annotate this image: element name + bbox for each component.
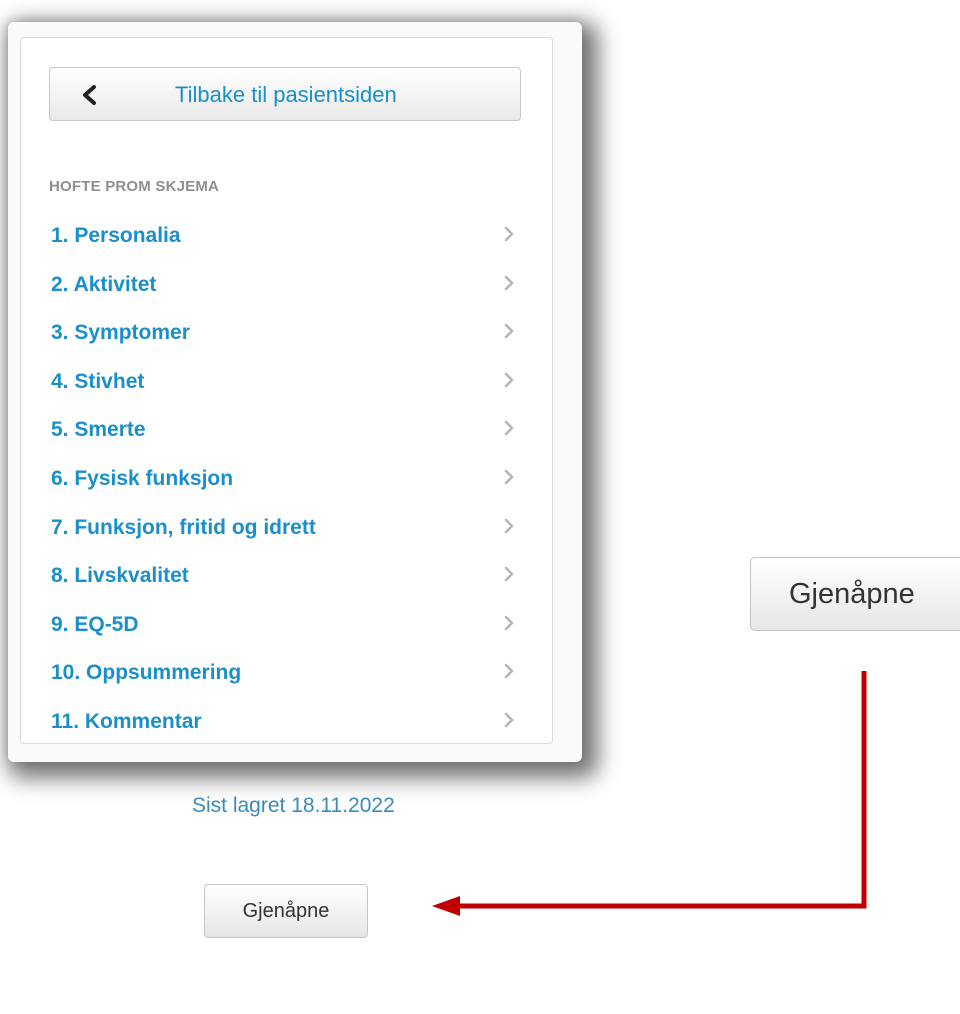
- section-item-kommentar[interactable]: 11. Kommentar: [49, 702, 521, 751]
- section-item-funksjon-fritid-idrett[interactable]: 7. Funksjon, fritid og idrett: [49, 508, 521, 557]
- chevron-right-icon: [504, 372, 514, 388]
- section-item-eq-5d[interactable]: 9. EQ-5D: [49, 605, 521, 654]
- section-item-label: 4. Stivhet: [51, 369, 145, 393]
- chevron-right-icon: [504, 712, 514, 728]
- section-item-label: 6. Fysisk funksjon: [51, 466, 234, 490]
- section-item-oppsummering[interactable]: 10. Oppsummering: [49, 653, 521, 702]
- chevron-right-icon: [504, 226, 514, 242]
- section-item-label: 3. Symptomer: [51, 321, 190, 345]
- section-item-aktivitet[interactable]: 2. Aktivitet: [49, 265, 521, 314]
- back-button-label: Tilbake til pasientsiden: [175, 82, 397, 107]
- chevron-right-icon: [504, 518, 514, 533]
- back-to-patient-page-button[interactable]: Tilbake til pasientsiden: [49, 67, 521, 121]
- reopen-button-zoomed-callout[interactable]: Gjenåpne: [750, 557, 960, 631]
- section-item-label: 7. Funksjon, fritid og idrett: [51, 515, 316, 539]
- chevron-right-icon: [504, 323, 514, 339]
- last-saved-status: Sist lagret 18.11.2022: [192, 794, 395, 817]
- reopen-button[interactable]: Gjenåpne: [204, 884, 368, 938]
- chevron-right-icon: [504, 275, 514, 290]
- form-section-list: 1. Personalia 2. Aktivitet 3. Symptomer …: [49, 216, 521, 751]
- section-item-label: 2. Aktivitet: [51, 272, 157, 296]
- section-item-label: 11. Kommentar: [51, 709, 202, 733]
- section-item-label: 1. Personalia: [51, 224, 181, 247]
- chevron-right-icon: [504, 566, 514, 582]
- section-item-label: 9. EQ-5D: [51, 612, 139, 636]
- chevron-right-icon: [504, 615, 514, 630]
- section-item-fysisk-funksjon[interactable]: 6. Fysisk funksjon: [49, 459, 521, 508]
- screenshot-stage: Tilbake til pasientsiden HOFTE PROM SKJE…: [0, 0, 960, 1014]
- section-item-label: 10. Oppsummering: [51, 661, 242, 685]
- section-item-smerte[interactable]: 5. Smerte: [49, 410, 521, 459]
- form-navigation-panel: Tilbake til pasientsiden HOFTE PROM SKJE…: [20, 37, 553, 744]
- section-item-stivhet[interactable]: 4. Stivhet: [49, 362, 521, 411]
- chevron-right-icon: [504, 421, 514, 436]
- chevron-right-icon: [504, 664, 514, 679]
- form-section-title: HOFTE PROM SKJEMA: [49, 178, 220, 195]
- section-item-livskvalitet[interactable]: 8. Livskvalitet: [49, 556, 521, 605]
- chevron-left-icon: [83, 85, 96, 105]
- section-item-label: 8. Livskvalitet: [51, 564, 189, 588]
- section-item-label: 5. Smerte: [51, 418, 146, 442]
- chevron-right-icon: [504, 469, 514, 485]
- section-item-personalia[interactable]: 1. Personalia: [49, 216, 521, 265]
- section-item-symptomer[interactable]: 3. Symptomer: [49, 313, 521, 362]
